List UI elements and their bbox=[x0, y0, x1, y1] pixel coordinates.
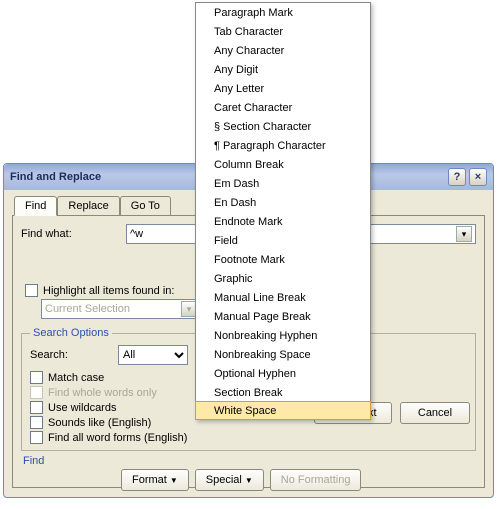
matchcase-label: Match case bbox=[48, 372, 104, 384]
findwhat-dropdown-button[interactable]: ▾ bbox=[456, 226, 472, 242]
soundslike-label: Sounds like (English) bbox=[48, 417, 151, 429]
search-options-legend: Search Options bbox=[30, 327, 112, 339]
wordforms-label: Find all word forms (English) bbox=[48, 432, 187, 444]
findwhat-value: ^w bbox=[130, 228, 143, 240]
highlight-scope-value: Current Selection bbox=[45, 303, 130, 315]
menu-item[interactable]: Manual Page Break bbox=[196, 307, 370, 326]
tab-goto[interactable]: Go To bbox=[120, 196, 171, 216]
menu-item[interactable]: En Dash bbox=[196, 193, 370, 212]
menu-item[interactable]: Section Break bbox=[196, 383, 370, 402]
menu-item[interactable]: Nonbreaking Space bbox=[196, 345, 370, 364]
menu-item[interactable]: Paragraph Mark bbox=[196, 3, 370, 22]
special-menu[interactable]: Paragraph MarkTab CharacterAny Character… bbox=[195, 2, 371, 420]
menu-item[interactable]: Field bbox=[196, 231, 370, 250]
tab-replace[interactable]: Replace bbox=[57, 196, 119, 216]
wildcards-checkbox[interactable] bbox=[30, 401, 43, 414]
highlight-scope-select: Current Selection ▾ bbox=[41, 299, 201, 319]
menu-item[interactable]: Em Dash bbox=[196, 174, 370, 193]
cancel-button[interactable]: Cancel bbox=[400, 402, 470, 424]
matchcase-checkbox[interactable] bbox=[30, 371, 43, 384]
wildcards-label: Use wildcards bbox=[48, 402, 116, 414]
highlight-label: Highlight all items found in: bbox=[43, 285, 174, 297]
noformatting-button: No Formatting bbox=[270, 469, 362, 491]
search-direction-select[interactable]: All bbox=[118, 345, 188, 365]
menu-item[interactable]: Nonbreaking Hyphen bbox=[196, 326, 370, 345]
menu-item[interactable]: Any Digit bbox=[196, 60, 370, 79]
menu-item[interactable]: Any Letter bbox=[196, 79, 370, 98]
highlight-checkbox[interactable] bbox=[25, 284, 38, 297]
special-button[interactable]: Special▼ bbox=[195, 469, 264, 491]
chevron-down-icon: ▼ bbox=[245, 476, 253, 485]
tab-find[interactable]: Find bbox=[14, 196, 57, 216]
menu-item[interactable]: Tab Character bbox=[196, 22, 370, 41]
chevron-down-icon: ▼ bbox=[170, 476, 178, 485]
menu-item[interactable]: Optional Hyphen bbox=[196, 364, 370, 383]
menu-item[interactable]: Footnote Mark bbox=[196, 250, 370, 269]
close-button[interactable]: × bbox=[469, 168, 487, 186]
wordforms-checkbox[interactable] bbox=[30, 431, 43, 444]
menu-item[interactable]: Any Character bbox=[196, 41, 370, 60]
format-button[interactable]: Format▼ bbox=[121, 469, 189, 491]
menu-item[interactable]: White Space bbox=[195, 401, 371, 420]
menu-item[interactable]: ¶ Paragraph Character bbox=[196, 136, 370, 155]
wholewords-checkbox bbox=[30, 386, 43, 399]
help-button[interactable]: ? bbox=[448, 168, 466, 186]
menu-item[interactable]: Graphic bbox=[196, 269, 370, 288]
menu-item[interactable]: Endnote Mark bbox=[196, 212, 370, 231]
menu-item[interactable]: Column Break bbox=[196, 155, 370, 174]
wholewords-label: Find whole words only bbox=[48, 387, 157, 399]
find-section-label: Find bbox=[23, 455, 476, 467]
menu-item[interactable]: Manual Line Break bbox=[196, 288, 370, 307]
findwhat-label: Find what: bbox=[21, 228, 126, 240]
chevron-down-icon: ▾ bbox=[462, 229, 467, 240]
soundslike-checkbox[interactable] bbox=[30, 416, 43, 429]
menu-item[interactable]: § Section Character bbox=[196, 117, 370, 136]
search-direction-label: Search: bbox=[30, 349, 118, 361]
menu-item[interactable]: Caret Character bbox=[196, 98, 370, 117]
